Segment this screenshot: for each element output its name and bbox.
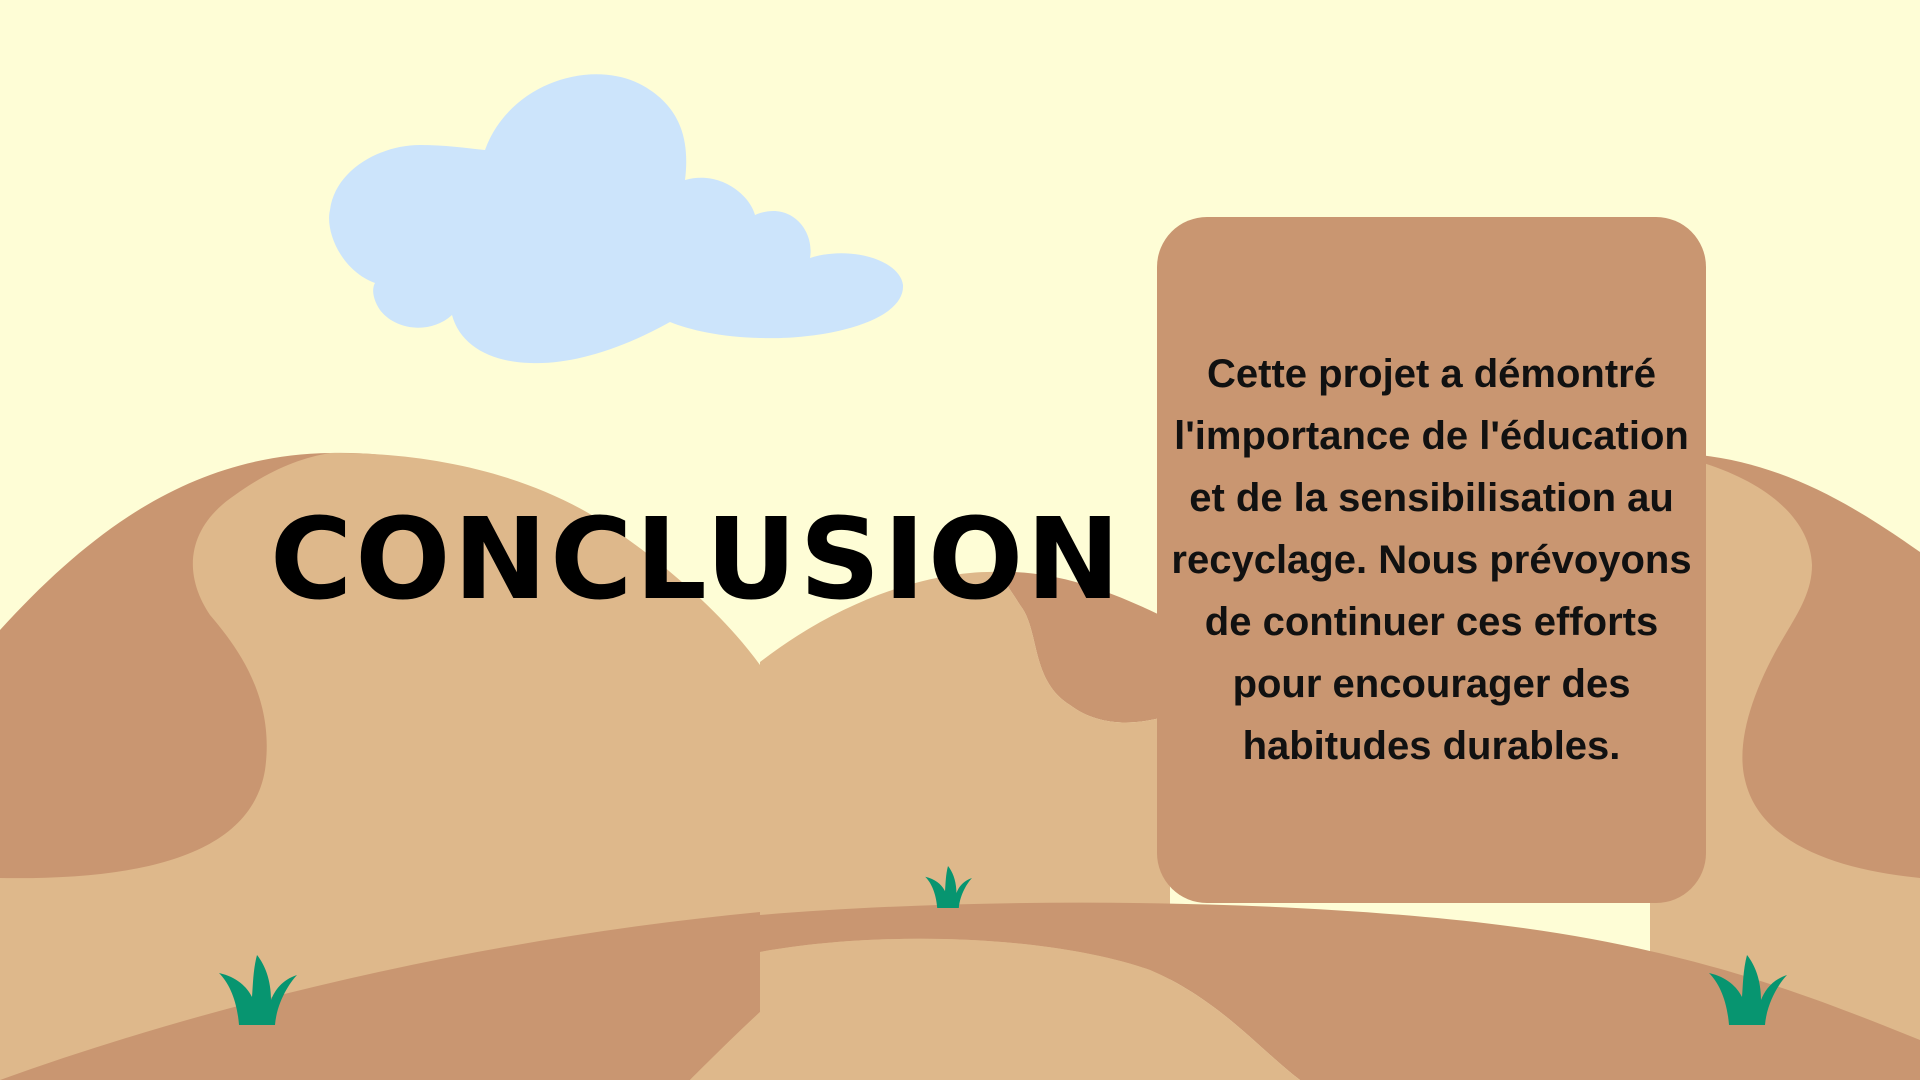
conclusion-text-card: Cette projet a démontré l'importance de … bbox=[1157, 217, 1706, 903]
conclusion-body-text: Cette projet a démontré l'importance de … bbox=[1171, 352, 1692, 768]
slide-title: CONCLUSION bbox=[270, 495, 1123, 625]
